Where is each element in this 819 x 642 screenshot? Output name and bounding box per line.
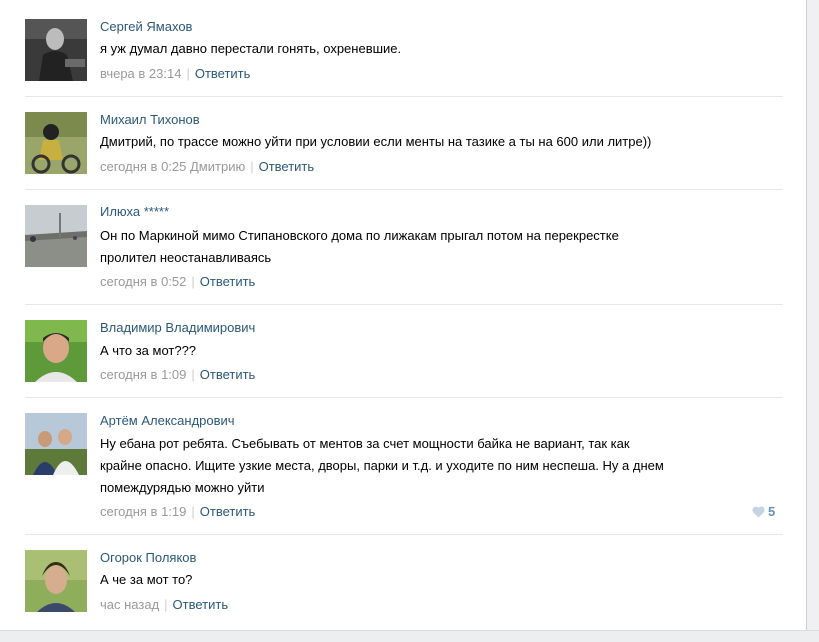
comment-text: А че за мот то? bbox=[100, 569, 700, 591]
comment-author[interactable]: Илюха ***** bbox=[100, 204, 169, 219]
reply-button[interactable]: Ответить bbox=[200, 367, 256, 382]
comment-text-line: Дмитрий, по трассе можно уйти при услови… bbox=[100, 134, 652, 149]
comment-author[interactable]: Михаил Тихонов bbox=[100, 112, 200, 127]
divider bbox=[25, 397, 783, 398]
comment-text-line: помеждурядью можно уйти bbox=[100, 480, 265, 495]
avatar[interactable] bbox=[25, 205, 87, 267]
comment-text: я уж думал давно перестали гонять, охрен… bbox=[100, 38, 700, 60]
scroll-gutter bbox=[807, 0, 819, 641]
divider bbox=[25, 189, 783, 190]
comment-meta: сегодня в 0:52 | Ответить bbox=[100, 274, 255, 289]
like-button[interactable]: 5 bbox=[752, 504, 775, 519]
separator: | bbox=[250, 159, 254, 174]
comment-text: А что за мот??? bbox=[100, 340, 700, 362]
divider bbox=[25, 534, 783, 535]
separator: | bbox=[191, 274, 195, 289]
comments-panel: Сергей Ямахов я уж думал давно перестали… bbox=[0, 0, 807, 630]
avatar[interactable] bbox=[25, 19, 87, 81]
avatar[interactable] bbox=[25, 320, 87, 382]
divider bbox=[25, 304, 783, 305]
comment-text: Он по Маркиной мимо Стипановского дома п… bbox=[100, 225, 700, 269]
avatar[interactable] bbox=[25, 413, 87, 475]
divider bbox=[25, 96, 783, 97]
comment-author[interactable]: Владимир Владимирович bbox=[100, 320, 255, 335]
avatar[interactable] bbox=[25, 112, 87, 174]
comment-text-line: Ну ебана рот ребята. Съебывать от ментов… bbox=[100, 436, 630, 451]
reply-button[interactable]: Ответить bbox=[195, 66, 251, 81]
comment-meta: сегодня в 1:09 | Ответить bbox=[100, 367, 255, 382]
comment-meta: сегодня в 1:19 | Ответить bbox=[100, 504, 255, 519]
reply-button[interactable]: Ответить bbox=[200, 274, 256, 289]
comment-time[interactable]: сегодня в 1:09 bbox=[100, 367, 186, 382]
comment-text: Дмитрий, по трассе можно уйти при услови… bbox=[100, 131, 700, 153]
separator: | bbox=[191, 504, 195, 519]
comment-author[interactable]: Огорок Поляков bbox=[100, 550, 196, 565]
comment-text-line: крайне опасно. Ищите узкие места, дворы,… bbox=[100, 458, 664, 473]
comment-time[interactable]: час назад bbox=[100, 597, 159, 612]
reply-button[interactable]: Ответить bbox=[259, 159, 315, 174]
avatar[interactable] bbox=[25, 550, 87, 612]
comment-author[interactable]: Артём Александрович bbox=[100, 413, 235, 428]
comment-text-line: А че за мот то? bbox=[100, 572, 193, 587]
comment-text-line: пролител неостанавливаясь bbox=[100, 250, 272, 265]
comment-text-line: Он по Маркиной мимо Стипановского дома п… bbox=[100, 228, 619, 243]
reply-button[interactable]: Ответить bbox=[173, 597, 229, 612]
comment-text-line: А что за мот??? bbox=[100, 343, 197, 358]
separator: | bbox=[164, 597, 168, 612]
separator: | bbox=[191, 367, 195, 382]
reply-button[interactable]: Ответить bbox=[200, 504, 256, 519]
comment-meta: сегодня в 0:25 Дмитрию | Ответить bbox=[100, 159, 314, 174]
separator: | bbox=[186, 66, 190, 81]
comment-meta: час назад | Ответить bbox=[100, 597, 228, 612]
comment-meta: вчера в 23:14 | Ответить bbox=[100, 66, 250, 81]
comment-text-line: я уж думал давно перестали гонять, охрен… bbox=[100, 41, 402, 56]
comment-time[interactable]: вчера в 23:14 bbox=[100, 66, 181, 81]
reply-to[interactable]: Дмитрию bbox=[190, 159, 245, 174]
comment-time[interactable]: сегодня в 0:52 bbox=[100, 274, 186, 289]
heart-icon bbox=[752, 504, 768, 519]
comment-time[interactable]: сегодня в 1:19 bbox=[100, 504, 186, 519]
comment-time[interactable]: сегодня в 0:25 bbox=[100, 159, 186, 174]
comment-text: Ну ебана рот ребята. Съебывать от ментов… bbox=[100, 433, 700, 499]
comment-author[interactable]: Сергей Ямахов bbox=[100, 19, 192, 34]
like-count: 5 bbox=[768, 504, 776, 519]
bottom-strip bbox=[0, 630, 819, 642]
